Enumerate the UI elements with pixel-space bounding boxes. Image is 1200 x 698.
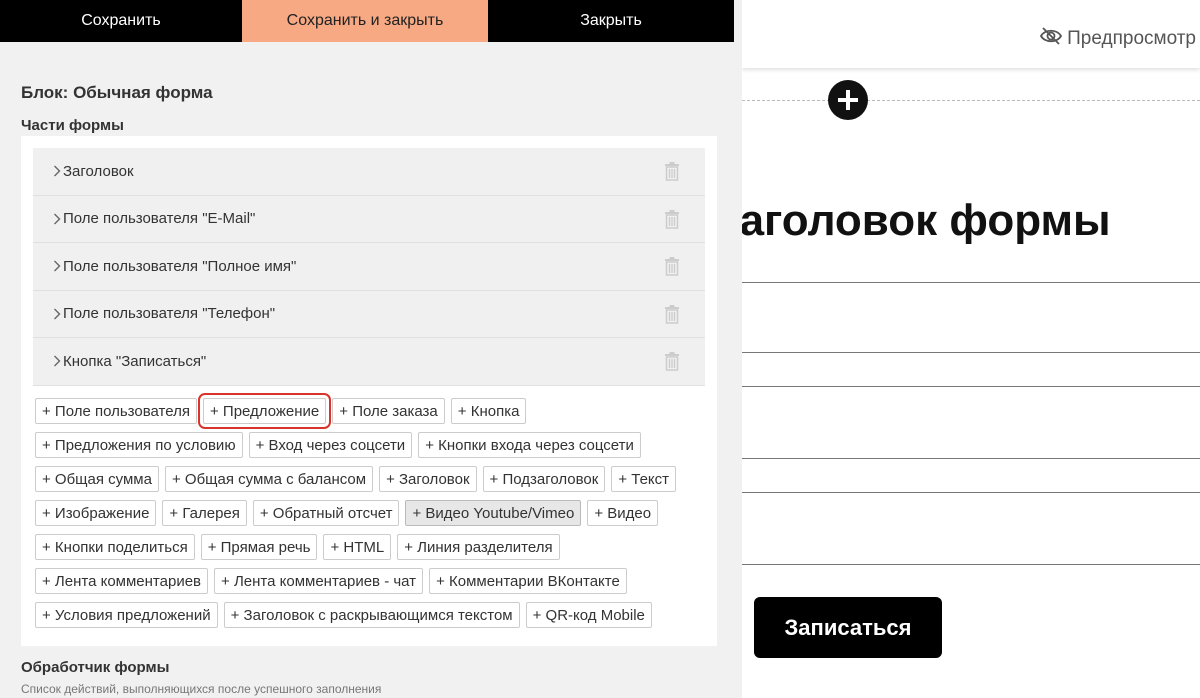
trash-icon[interactable] [664, 352, 680, 376]
chevron-right-icon [33, 165, 63, 177]
save-button[interactable]: Сохранить [0, 0, 242, 42]
add-part-chip[interactable]: + Поле заказа [332, 398, 445, 424]
add-part-chip[interactable]: + Кнопки поделиться [35, 534, 195, 560]
add-part-chip[interactable]: + Кнопка [450, 398, 527, 424]
trash-icon[interactable] [664, 257, 680, 281]
form-field-line [742, 386, 1200, 387]
form-title: Заголовок формы [742, 196, 1111, 245]
trash-icon[interactable] [664, 209, 680, 234]
form-handler-title: Обработчик формы [21, 659, 170, 676]
add-part-chip[interactable]: + Обратный отсчет [252, 500, 400, 526]
chevron-right-icon [33, 213, 63, 225]
chip-row: + Кнопки поделиться + Прямая речь + HTML + … [35, 534, 707, 560]
form-field-line [742, 492, 1200, 493]
preview-area: Предпросмотр Заголовок формы Записаться [742, 0, 1200, 698]
add-part-chip[interactable]: + Лента комментариев [35, 568, 209, 594]
add-part-chip[interactable]: + Предложения по условию [35, 432, 243, 458]
form-handler-subtitle: Список действий, выполняющихся после усп… [21, 682, 382, 696]
submit-button[interactable]: Записаться [754, 597, 942, 658]
preview-toggle[interactable]: Предпросмотр [1039, 26, 1196, 51]
add-part-chip[interactable]: + Прямая речь [200, 534, 318, 560]
form-field-line [742, 352, 1200, 353]
form-field-line [742, 458, 1200, 459]
add-part-chip[interactable]: + Линия разделителя [397, 534, 560, 560]
chevron-right-icon [33, 355, 63, 367]
add-part-chip[interactable]: + Вход через соцсети [248, 432, 413, 458]
form-parts-title: Части формы [21, 117, 124, 134]
block-title: Блок: Обычная форма [21, 83, 213, 102]
add-part-chip[interactable]: + Видео Youtube/Vimeo [405, 500, 582, 526]
add-part-chip[interactable]: + Галерея [162, 500, 247, 526]
editor-toolbar: Сохранить Сохранить и закрыть Закрыть [0, 0, 734, 42]
trash-icon[interactable] [664, 304, 680, 329]
add-part-chip[interactable]: + Заголовок с раскрывающимся текстом [223, 602, 520, 628]
form-part-item[interactable]: Кнопка "Записаться" [33, 338, 705, 386]
form-part-item[interactable]: Поле пользователя "E-Mail" [33, 195, 705, 243]
add-part-chip[interactable]: + Подзаголовок [482, 466, 606, 492]
eye-off-icon [1039, 26, 1063, 51]
form-part-label: Поле пользователя "Полное имя" [63, 257, 297, 275]
form-part-label: Кнопка "Записаться" [63, 352, 207, 370]
add-part-chip[interactable]: + Текст [611, 466, 677, 492]
add-part-chip[interactable]: + Поле пользователя [35, 398, 197, 424]
form-field-line [742, 564, 1200, 565]
block-divider [742, 100, 1200, 101]
form-field-line [742, 282, 1200, 283]
chip-row: + Изображение + Галерея + Обратный отсчет +… [35, 500, 707, 526]
chip-row: + Поле пользователя + Предложение + Поле з… [35, 393, 707, 429]
chip-row: + Общая сумма + Общая сумма с балансом + З… [35, 466, 707, 492]
form-part-label: Поле пользователя "Телефон" [63, 305, 276, 323]
form-part-label: Поле пользователя "E-Mail" [63, 210, 256, 228]
add-part-chip[interactable]: + HTML [323, 534, 392, 560]
chip-row: + Лента комментариев + Лента комментариев… [35, 568, 707, 594]
form-part-item[interactable]: Поле пользователя "Телефон" [33, 290, 705, 338]
add-part-chip[interactable]: + Общая сумма [35, 466, 159, 492]
form-part-item[interactable]: Поле пользователя "Полное имя" [33, 243, 705, 291]
add-part-chips: + Поле пользователя + Предложение + Поле з… [35, 393, 707, 636]
editor-panel: Сохранить Сохранить и закрыть Закрыть Бл… [0, 0, 742, 698]
preview-toggle-label: Предпросмотр [1067, 27, 1196, 49]
add-part-chip[interactable]: + Кнопки входа через соцсети [418, 432, 641, 458]
chevron-right-icon [33, 260, 63, 272]
chevron-right-icon [33, 308, 63, 320]
add-block-button[interactable] [828, 80, 868, 120]
chip-row: + Условия предложений + Заголовок с раскр… [35, 602, 707, 628]
add-part-chip[interactable]: + Изображение [35, 500, 157, 526]
add-part-chip[interactable]: + Видео [587, 500, 659, 526]
add-part-chip[interactable]: + Общая сумма с балансом [164, 466, 374, 492]
add-part-chip[interactable]: + Предложение [197, 393, 332, 429]
save-and-close-button[interactable]: Сохранить и закрыть [242, 0, 488, 42]
form-parts-panel: Заголовок Поле пользователя "E-Mail" Поле … [21, 136, 717, 646]
trash-icon[interactable] [664, 162, 680, 186]
close-button[interactable]: Закрыть [488, 0, 734, 42]
add-part-chip[interactable]: + Заголовок [379, 466, 477, 492]
form-part-item[interactable]: Заголовок [33, 148, 705, 196]
preview-header: Предпросмотр [742, 0, 1200, 68]
form-parts-list: Заголовок Поле пользователя "E-Mail" Поле … [33, 148, 705, 386]
add-part-chip[interactable]: + Условия предложений [35, 602, 218, 628]
add-part-chip[interactable]: + Лента комментариев - чат [214, 568, 424, 594]
chip-row: + Предложения по условию + Вход через соц… [35, 432, 707, 458]
add-part-chip[interactable]: + Комментарии ВКонтакте [429, 568, 627, 594]
add-part-chip[interactable]: + QR-код Mobile [525, 602, 652, 628]
form-part-label: Заголовок [63, 162, 134, 180]
